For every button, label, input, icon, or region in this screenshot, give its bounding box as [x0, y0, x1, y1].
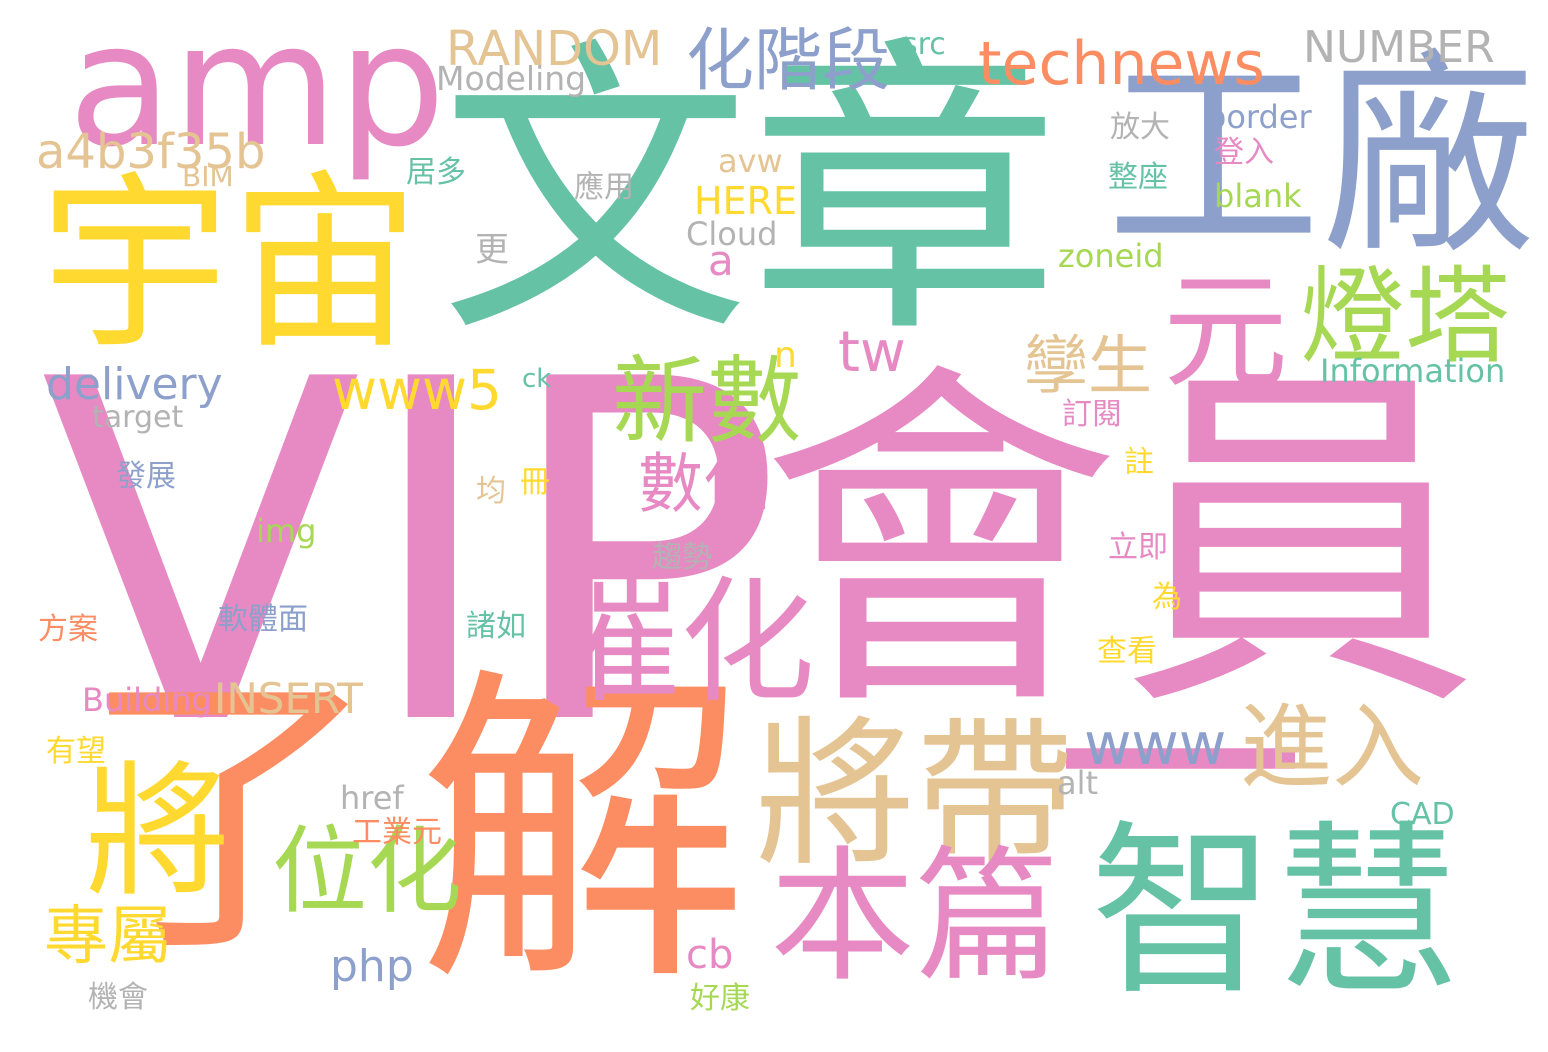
word-img: img — [256, 512, 317, 550]
word-technews: technews — [978, 29, 1265, 99]
word-hao-kang: 好康 — [690, 981, 750, 1016]
word-cb: cb — [686, 932, 734, 978]
word-fang-da: 放大 — [1110, 110, 1170, 145]
word-cui-hua: 催化 — [545, 564, 815, 721]
word-zheng-zuo: 整座 — [1108, 160, 1168, 195]
word-number: NUMBER — [1303, 22, 1495, 73]
word-avw: avw — [718, 142, 783, 180]
word-building: Building — [82, 681, 212, 719]
word-fa-zhan: 發展 — [116, 459, 176, 494]
word-target: target — [92, 400, 184, 435]
word-information: Information — [1320, 352, 1506, 390]
word-cloud: Cloud — [686, 215, 778, 253]
word-ruan-ti-mian: 軟體面 — [218, 602, 308, 637]
word-ju-duo: 居多 — [406, 155, 466, 190]
word-qu-shi: 趨勢 — [652, 540, 712, 575]
word-yuan: 元 — [1163, 260, 1288, 405]
word-cad: CAD — [1390, 797, 1455, 832]
word-cloud: VIP 會員 文章解了宇宙 工廠 amp 智慧一將帶 本篇 催化將元燈塔 新數 位化 進入 數位 化階段… — [0, 0, 1548, 1052]
word-deng-ru: 登入 — [1214, 135, 1274, 170]
word-ying-yong: 應用 — [574, 170, 634, 205]
word-zhu: 註 — [1124, 445, 1154, 480]
word-tw: tw — [838, 320, 906, 385]
word-yu-zhou: 宇宙 — [40, 154, 421, 375]
word-geng: 更 — [475, 230, 509, 270]
word-src: src — [902, 27, 946, 62]
word-ce: 冊 — [520, 465, 550, 500]
word-n: n — [774, 335, 797, 376]
word-ck: ck — [522, 364, 552, 394]
word-www5: www5 — [332, 358, 502, 422]
word-shu-wei: 數位 — [638, 447, 769, 522]
word-luan-sheng: 孿生 — [1024, 330, 1152, 404]
word-www: www — [1084, 710, 1227, 778]
word-ji-hui: 機會 — [88, 980, 148, 1015]
word-you-wang: 有望 — [46, 734, 106, 769]
word-modeling: Modeling — [436, 59, 587, 98]
word-cha-kan: 查看 — [1097, 634, 1157, 669]
word-href: href — [340, 779, 404, 817]
word-insert: INSERT — [214, 674, 363, 723]
word-gong-ye-yuan: 工業元 — [352, 815, 442, 850]
word-alt: alt — [1057, 764, 1099, 802]
word-wei: 為 — [1152, 580, 1182, 615]
word-fang-an: 方案 — [38, 612, 98, 647]
word-border: border — [1206, 98, 1312, 136]
word-blank: blank — [1214, 177, 1302, 215]
word-jin-ru: 進入 — [1240, 694, 1425, 801]
word-bim: BIM — [182, 160, 234, 193]
word-ben-pian: 本篇 — [770, 833, 1060, 1002]
word-ding-yue: 訂閱 — [1062, 397, 1122, 432]
word-jun: 均 — [476, 474, 506, 509]
word-php: php — [330, 941, 414, 992]
word-zoneid: zoneid — [1058, 237, 1164, 275]
word-jiang: 將 — [85, 748, 230, 917]
word-li-ji: 立即 — [1108, 530, 1168, 565]
word-zhu-ru: 諸如 — [466, 609, 526, 644]
word-zhuan-shu: 專屬 — [44, 900, 172, 974]
word-hua-jie-duan: 化階段 — [686, 22, 891, 101]
